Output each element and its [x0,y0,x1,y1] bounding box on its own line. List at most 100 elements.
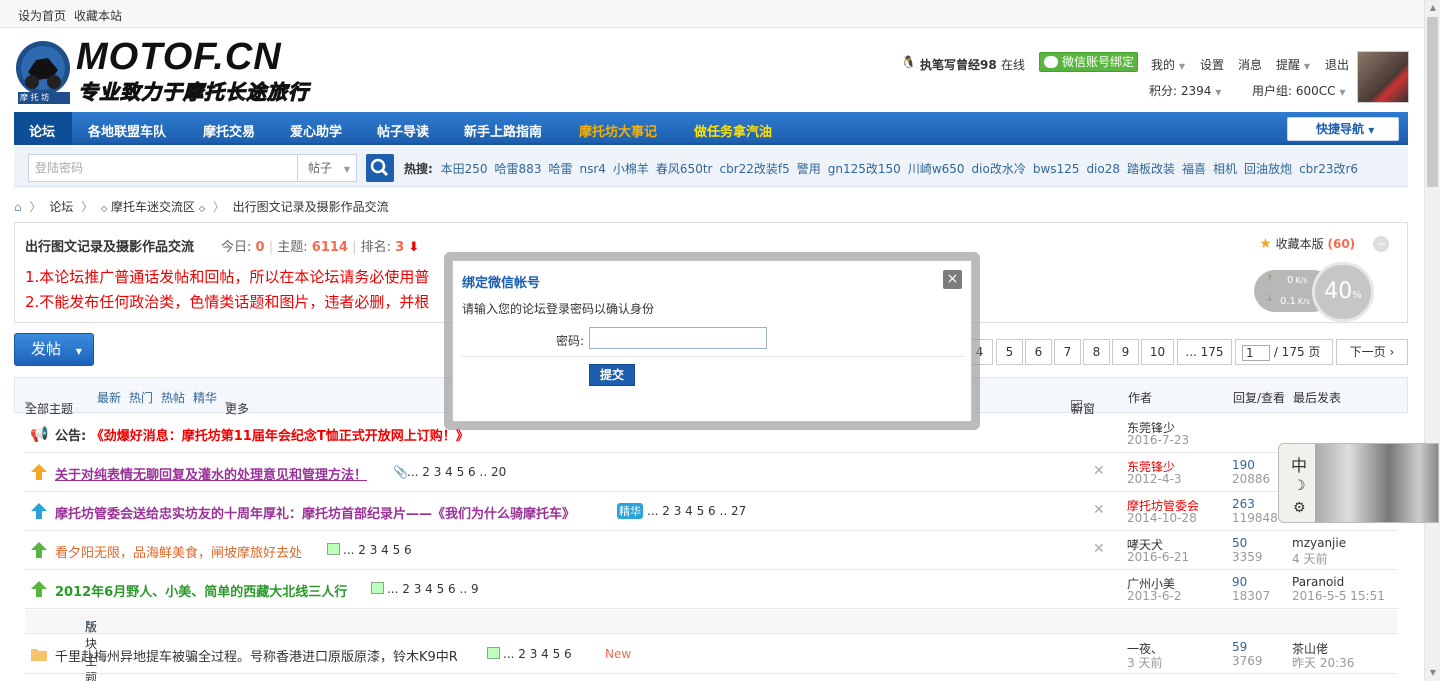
page-link[interactable]: 5 [996,339,1023,365]
filter-hot[interactable]: 热门 [129,389,153,406]
next-page-button[interactable]: 下一页 › [1336,339,1408,365]
filter-digest[interactable]: 精华 [193,389,217,406]
filter-latest[interactable]: 最新 [97,389,121,406]
thread-pages[interactable]: ... 2 3 4 5 6 .. 9 [387,582,479,596]
thread-title[interactable]: 关于对纯表情无聊回复及灌水的处理意见和管理方法！ [55,464,367,483]
nav-item-newbie[interactable]: 新手上路指南 [464,121,542,140]
alerts-menu[interactable]: 提醒 ▼ [1276,56,1310,73]
announcement-text[interactable]: 公告: 《劲爆好消息：摩托坊第11届年会纪念T恤正式开放网上订购！》 [55,425,469,444]
hot-link[interactable]: dio改水冷 [972,162,1026,176]
hot-link[interactable]: 本田250 [441,162,488,176]
close-icon[interactable]: ✕ [1093,463,1105,479]
thread-pages[interactable]: ... 2 3 4 5 6 .. 20 [407,465,506,479]
bookmark-link[interactable]: 收藏本站 [74,7,122,24]
thread-pages[interactable]: ... 2 3 4 5 6 [503,647,572,661]
scroll-down-icon[interactable]: ▼ [1425,665,1440,681]
table-row[interactable]: 千里赴梅州异地提车被骗全过程。号称香港进口原版原漆，铃木K9中R ... 2 3… [25,635,1398,674]
last-poster[interactable]: Paranoid [1292,575,1344,589]
messages-link[interactable]: 消息 [1238,56,1262,73]
reply-count[interactable]: 263 [1232,497,1255,511]
hot-link[interactable]: nsr4 [579,162,605,176]
breadcrumb-board[interactable]: 出行图文记录及摄影作品交流 [233,200,389,214]
wechat-bind-button[interactable]: 微信账号绑定 [1039,52,1138,72]
language-toggle[interactable]: 中 [1291,452,1307,476]
logout-link[interactable]: 退出 [1325,56,1349,73]
page-jump-input[interactable]: 1 [1242,344,1270,361]
home-icon[interactable]: ⌂ [14,200,22,214]
reply-count[interactable]: 90 [1232,575,1247,589]
search-button[interactable] [366,154,394,182]
close-icon[interactable]: ✕ [1093,541,1105,557]
table-row[interactable]: 2012年6月野人、小美、简单的西藏大北线三人行 ... 2 3 4 5 6 .… [25,570,1398,609]
nav-item-charity[interactable]: 爱心助学 [290,121,342,140]
thread-title[interactable]: 看夕阳无限，品海鲜美食，闸坡摩旅好去处 [55,542,302,561]
quick-nav-button[interactable]: 快捷导航 ▼ [1287,117,1399,141]
settings-link[interactable]: 设置 [1200,56,1224,73]
hot-link[interactable]: 川崎w650 [908,162,965,176]
nav-item-trade[interactable]: 摩托交易 [203,121,255,140]
thread-title[interactable]: 千里赴梅州异地提车被骗全过程。号称香港进口原版原漆，铃木K9中R [55,646,458,665]
hot-link[interactable]: 春风650tr [656,162,713,176]
username-link[interactable]: 执笔写曾经98 [920,56,997,73]
thread-pages[interactable]: ... 2 3 4 5 6 [343,543,412,557]
close-icon[interactable]: ✕ [1093,502,1105,518]
hot-link[interactable]: bws125 [1033,162,1080,176]
scroll-thumb[interactable] [1427,17,1438,187]
nav-item-tasks[interactable]: 做任务拿汽油 [694,121,772,140]
group-menu[interactable]: 用户组: 600CC ▼ [1252,82,1346,99]
favorite-board[interactable]: ★ 收藏本版 (60) − [1259,235,1389,252]
hot-link[interactable]: dio28 [1086,162,1120,176]
hot-link[interactable]: 回油放炮 [1244,162,1292,176]
reply-count[interactable]: 190 [1232,458,1255,472]
page-link[interactable]: ... 175 [1177,339,1232,365]
submit-button[interactable]: 提交 [589,364,635,386]
reply-count[interactable]: 59 [1232,640,1247,654]
avatar[interactable] [1357,51,1409,103]
search-input[interactable]: 登陆密码 [28,154,298,182]
nav-item-forum[interactable]: 论坛 [29,121,55,140]
thread-title[interactable]: 摩托坊管委会送给忠实坊友的十周年厚礼：摩托坊首部纪录片——《我们为什么骑摩托车》 [55,503,575,522]
vertical-scrollbar[interactable]: ▲ ▼ [1424,0,1440,681]
close-icon[interactable]: × [943,270,962,289]
hot-link[interactable]: 警用 [797,162,821,176]
site-logo[interactable]: 摩 托 坊 MOTOF.CN 专业致力于摩托长途旅行 [14,36,314,105]
set-home-link[interactable]: 设为首页 [18,7,66,24]
page-link[interactable]: 9 [1112,339,1139,365]
page-link[interactable]: 8 [1083,339,1110,365]
hot-link[interactable]: 小棉羊 [613,162,649,176]
hot-link[interactable]: 福喜 [1182,162,1206,176]
thread-title[interactable]: 2012年6月野人、小美、简单的西藏大北线三人行 [55,581,347,600]
floating-skin-widget[interactable]: 中 ☽ ⚙ [1278,443,1439,523]
search-type-select[interactable]: 帖子 ▼ [297,154,357,182]
table-row[interactable]: 看夕阳无限，品海鲜美食，闸坡摩旅好去处 ... 2 3 4 5 6 ✕ 哮天犬 … [25,531,1398,570]
scroll-up-icon[interactable]: ▲ [1425,0,1440,16]
hot-link[interactable]: 哈雷883 [495,162,542,176]
nav-item-events[interactable]: 摩托坊大事记 [579,121,657,140]
table-row[interactable]: 摩托坊管委会送给忠实坊友的十周年厚礼：摩托坊首部纪录片——《我们为什么骑摩托车》… [25,492,1398,531]
hot-link[interactable]: 哈雷 [548,162,572,176]
new-post-button[interactable]: 发帖 ▼ [14,333,94,366]
nav-item-teams[interactable]: 各地联盟车队 [88,121,166,140]
last-poster[interactable]: mzyanjie [1292,536,1346,550]
reply-count[interactable]: 50 [1232,536,1247,550]
breadcrumb-area[interactable]: 摩托车迷交流区 [111,200,195,214]
thread-pages[interactable]: ... 2 3 4 5 6 .. 27 [647,504,746,518]
filter-hot-posts[interactable]: 热帖 [161,389,185,406]
my-menu[interactable]: 我的 ▼ [1151,56,1185,73]
collapse-icon[interactable]: − [1373,236,1389,252]
page-link[interactable]: 10 [1141,339,1174,365]
gear-icon[interactable]: ⚙ [1293,500,1306,516]
password-field[interactable] [589,327,767,349]
memory-gauge[interactable]: 40% [1312,262,1374,322]
table-row[interactable]: 关于对纯表情无聊回复及灌水的处理意见和管理方法！ 📎 ... 2 3 4 5 6… [25,453,1398,492]
hot-link[interactable]: gn125改150 [828,162,901,176]
page-link[interactable]: 6 [1025,339,1052,365]
page-link[interactable]: 7 [1054,339,1081,365]
points-menu[interactable]: 积分: 2394 ▼ [1149,82,1221,99]
hot-link[interactable]: cbr23改r6 [1299,162,1358,176]
hot-link[interactable]: 踏板改装 [1127,162,1175,176]
moon-icon[interactable]: ☽ [1293,478,1306,494]
nav-item-guide[interactable]: 帖子导读 [377,121,429,140]
hot-link[interactable]: cbr22改装f5 [719,162,789,176]
refresh-icon[interactable]: ↻ [85,618,95,632]
